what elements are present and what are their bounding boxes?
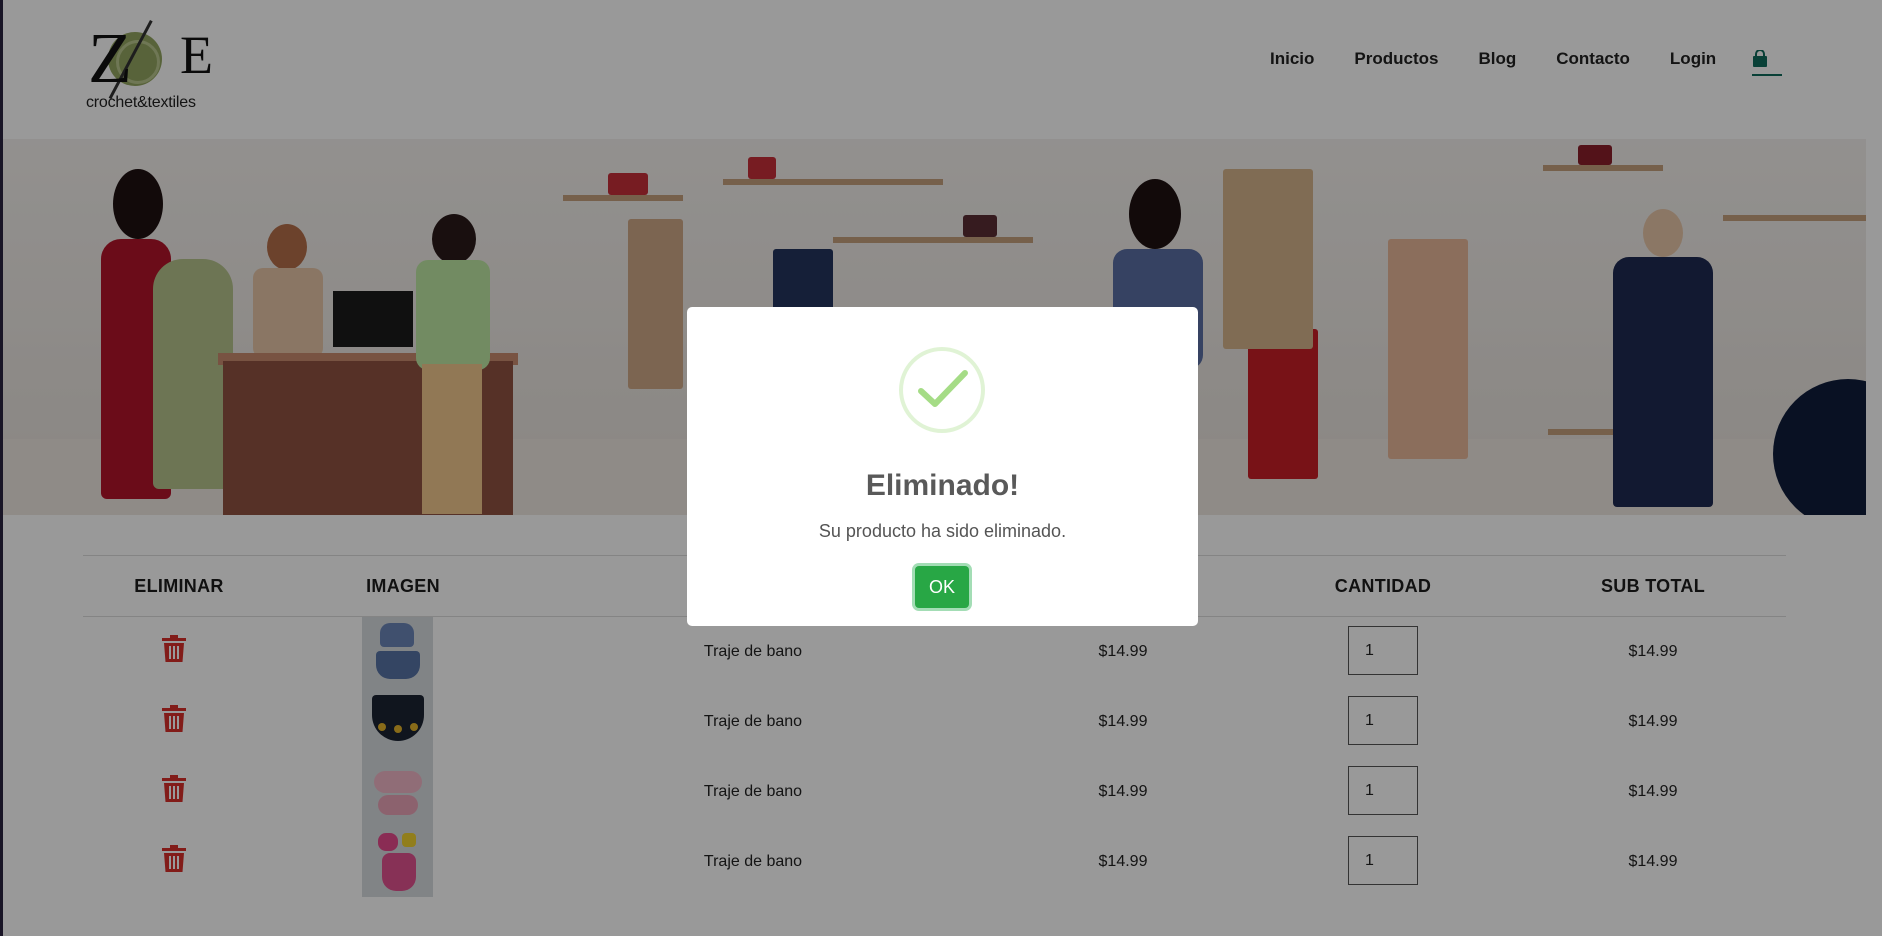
checkmark-icon [918, 370, 968, 407]
dialog-title: Eliminado! [865, 469, 1020, 502]
dialog-message: Su producto ha sido eliminado. [818, 521, 1067, 541]
ok-button[interactable]: OK [915, 566, 969, 608]
success-dialog: Eliminado! Su producto ha sido eliminado… [687, 307, 1198, 626]
success-circle [899, 347, 985, 433]
